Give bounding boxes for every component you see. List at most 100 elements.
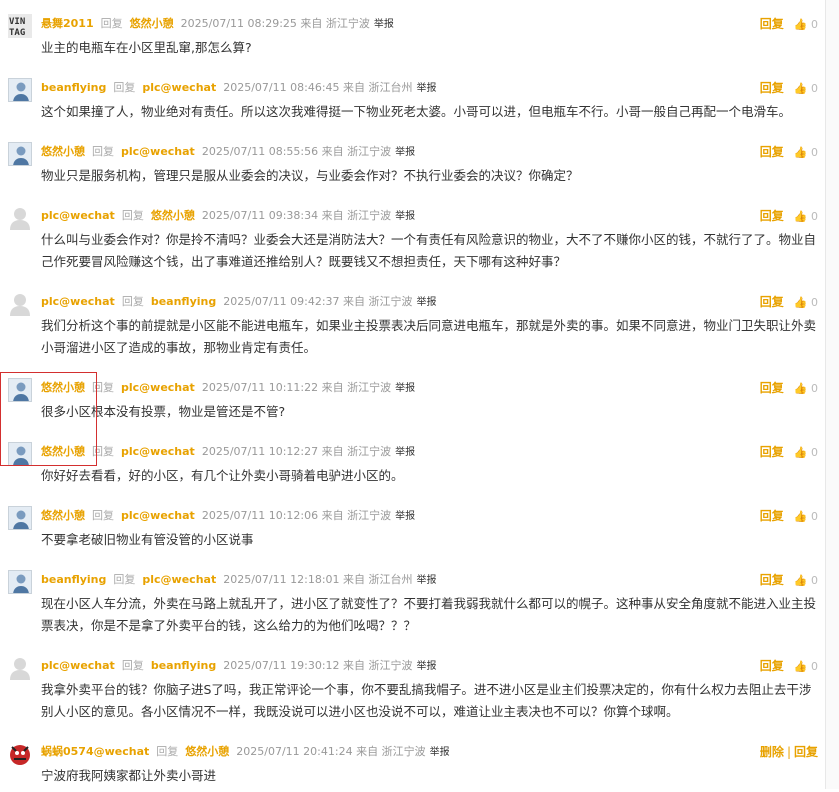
report-link[interactable]: 举报 xyxy=(395,147,415,158)
reply-to-user[interactable]: 悠然小憩 xyxy=(151,209,195,222)
comment-item: beanflying 回复 plc@wechat 2025/07/11 08:46:4… xyxy=(0,64,826,128)
delete-button[interactable]: 删除 xyxy=(760,745,784,759)
username[interactable]: 悠然小憩 xyxy=(41,145,85,158)
avatar[interactable] xyxy=(8,570,32,594)
comment-actions: 回复 👍 0 xyxy=(760,658,818,675)
comment-text: 什么叫与业委会作对？你是拎不清吗？业委会大还是消防法大？一个有责任有风险意识的物… xyxy=(41,232,817,269)
comment-meta: 悬舞2011 回复 悠然小憩 2025/07/11 08:29:25 来自 浙江宁波举… xyxy=(41,16,401,33)
reply-label: 回复 xyxy=(100,17,123,30)
report-link[interactable]: 举报 xyxy=(417,297,437,308)
report-link[interactable]: 举报 xyxy=(430,747,450,758)
comment-item: plc@wechat 回复 beanflying 2025/07/11 09:42:3… xyxy=(0,278,826,366)
reply-button[interactable]: 回复 xyxy=(760,659,784,673)
reply-button[interactable]: 回复 xyxy=(760,573,784,587)
like-count: 0 xyxy=(811,146,818,159)
comment-text: 我拿外卖平台的钱？你脑子进S了吗，我正常评论一个事，你不要乱搞我帽子。进不进小区… xyxy=(41,682,812,719)
report-link[interactable]: 举报 xyxy=(417,661,437,672)
comment-meta: beanflying 回复 plc@wechat 2025/07/11 08:46:4… xyxy=(41,80,444,97)
thumb-up-icon: 👍 xyxy=(793,296,808,309)
timestamp: 2025/07/11 10:12:27 来自 浙江宁波 xyxy=(201,445,392,458)
thumb-up-icon: 👍 xyxy=(793,382,808,395)
avatar[interactable] xyxy=(8,206,32,230)
comment-meta: 悠然小憩 回复 plc@wechat 2025/07/11 08:55:56 来自 浙… xyxy=(41,144,422,161)
timestamp: 2025/07/11 08:55:56 来自 浙江宁波 xyxy=(201,145,392,158)
highlight-box xyxy=(0,372,97,466)
comment-text: 宁波府我阿姨家都让外卖小哥进 xyxy=(41,768,217,783)
username[interactable]: beanflying xyxy=(41,573,106,586)
comment-item: 悠然小憩 回复 plc@wechat 2025/07/11 10:12:06 来自 浙… xyxy=(0,492,826,556)
reply-to-user[interactable]: beanflying xyxy=(151,295,216,308)
reply-to-user[interactable]: plc@wechat xyxy=(121,381,195,394)
reply-button[interactable]: 回复 xyxy=(760,295,784,309)
reply-button[interactable]: 回复 xyxy=(760,445,784,459)
avatar[interactable] xyxy=(8,742,32,766)
like-button[interactable]: 👍 0 xyxy=(794,660,818,673)
report-link[interactable]: 举报 xyxy=(395,211,415,222)
report-link[interactable]: 举报 xyxy=(417,83,437,94)
reply-to-user[interactable]: beanflying xyxy=(151,659,216,672)
like-count: 0 xyxy=(811,82,818,95)
avatar[interactable] xyxy=(8,506,32,530)
comment-item: 悠然小憩 回复 plc@wechat 2025/07/11 10:11:22 来自 浙… xyxy=(0,364,826,428)
like-button[interactable]: 👍 0 xyxy=(794,296,818,309)
reply-to-user[interactable]: plc@wechat xyxy=(142,573,216,586)
avatar[interactable] xyxy=(8,292,32,316)
reply-to-user[interactable]: 悠然小憩 xyxy=(185,745,229,758)
reply-to-user[interactable]: plc@wechat xyxy=(142,81,216,94)
username[interactable]: plc@wechat xyxy=(41,295,115,308)
report-link[interactable]: 举报 xyxy=(395,383,415,394)
svg-text:VIN: VIN xyxy=(9,17,25,27)
scrollbar-track[interactable] xyxy=(825,0,839,789)
comment-actions: 回复 👍 0 xyxy=(760,144,818,161)
username[interactable]: 悠然小憩 xyxy=(41,509,85,522)
like-count: 0 xyxy=(811,18,818,31)
reply-button[interactable]: 回复 xyxy=(760,17,784,31)
comment-actions: 回复 👍 0 xyxy=(760,444,818,461)
like-button[interactable]: 👍 0 xyxy=(794,82,818,95)
report-link[interactable]: 举报 xyxy=(374,19,394,30)
comment-actions: 回复 👍 0 xyxy=(760,508,818,525)
reply-button[interactable]: 回复 xyxy=(760,509,784,523)
thumb-up-icon: 👍 xyxy=(793,574,808,587)
username[interactable]: 悬舞2011 xyxy=(41,17,94,30)
like-button[interactable]: 👍 0 xyxy=(794,510,818,523)
reply-label: 回复 xyxy=(113,81,136,94)
report-link[interactable]: 举报 xyxy=(395,447,415,458)
reply-label: 回复 xyxy=(113,573,136,586)
thumb-up-icon: 👍 xyxy=(793,660,808,673)
avatar[interactable] xyxy=(8,656,32,680)
report-link[interactable]: 举报 xyxy=(417,575,437,586)
like-button[interactable]: 👍 0 xyxy=(794,18,818,31)
like-button[interactable]: 👍 0 xyxy=(794,210,818,223)
comment-text: 这个如果撞了人，物业绝对有责任。所以这次我难得挺一下物业死老太婆。小哥可以进，但… xyxy=(41,104,792,119)
reply-to-user[interactable]: plc@wechat xyxy=(121,509,195,522)
reply-button[interactable]: 回复 xyxy=(760,81,784,95)
reply-button[interactable]: 回复 xyxy=(760,381,784,395)
like-button[interactable]: 👍 0 xyxy=(794,146,818,159)
avatar[interactable] xyxy=(8,142,32,166)
reply-to-user[interactable]: plc@wechat xyxy=(121,145,195,158)
avatar[interactable]: VIN TAG xyxy=(8,14,32,38)
timestamp: 2025/07/11 20:41:24 来自 浙江宁波 xyxy=(236,745,426,758)
reply-to-user[interactable]: plc@wechat xyxy=(121,445,195,458)
username[interactable]: 蜗蜗0574@wechat xyxy=(41,745,149,758)
username[interactable]: plc@wechat xyxy=(41,209,115,222)
username[interactable]: beanflying xyxy=(41,81,106,94)
reply-button[interactable]: 回复 xyxy=(760,209,784,223)
comment-actions: 回复 👍 0 xyxy=(760,572,818,589)
like-button[interactable]: 👍 0 xyxy=(794,382,818,395)
reply-button[interactable]: 回复 xyxy=(760,145,784,159)
username[interactable]: plc@wechat xyxy=(41,659,115,672)
like-count: 0 xyxy=(811,382,818,395)
like-button[interactable]: 👍 0 xyxy=(794,446,818,459)
comment-item: 蜗蜗0574@wechat 回复 悠然小憩 2025/07/11 20:41:24 来… xyxy=(0,728,826,792)
timestamp: 2025/07/11 08:29:25 来自 浙江宁波 xyxy=(180,17,370,30)
avatar[interactable] xyxy=(8,78,32,102)
report-link[interactable]: 举报 xyxy=(395,511,415,522)
comment-meta: beanflying 回复 plc@wechat 2025/07/11 12:18:0… xyxy=(41,572,444,589)
comment-actions: 删除 | 回复 xyxy=(759,745,818,759)
reply-button[interactable]: 回复 xyxy=(794,745,818,759)
reply-to-user[interactable]: 悠然小憩 xyxy=(130,17,174,30)
comment-text: 不要拿老破旧物业有管没管的小区说事 xyxy=(41,532,254,547)
like-button[interactable]: 👍 0 xyxy=(794,574,818,587)
